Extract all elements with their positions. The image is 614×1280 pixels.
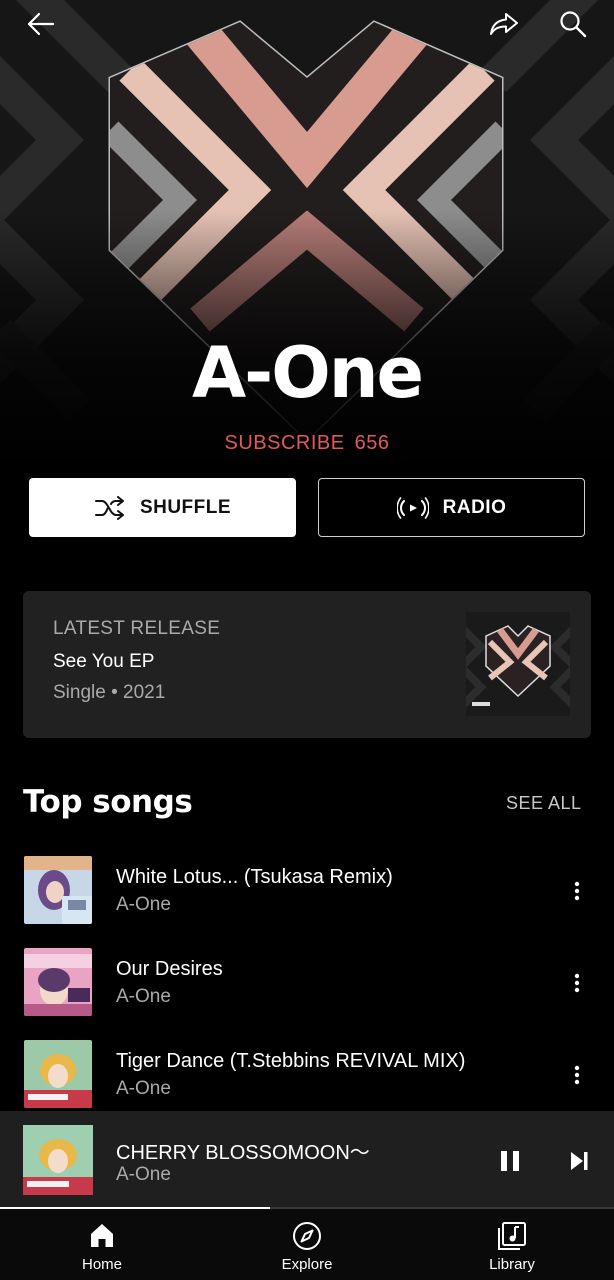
- next-button[interactable]: [562, 1143, 596, 1179]
- search-icon: [560, 11, 587, 38]
- shuffle-button[interactable]: SHUFFLE: [29, 478, 296, 537]
- more-vertical-icon: [574, 973, 580, 993]
- compass-icon: [293, 1222, 321, 1250]
- pause-icon: [501, 1151, 519, 1171]
- pause-button[interactable]: [492, 1143, 528, 1179]
- more-options-button[interactable]: [562, 874, 592, 908]
- song-artist: A-One: [116, 1078, 171, 1099]
- song-title: Our Desires: [116, 958, 223, 980]
- song-row[interactable]: Tiger Dance (T.Stebbins REVIVAL MIX) A-O…: [0, 1040, 614, 1122]
- song-artwork: [24, 1040, 92, 1108]
- see-all-button[interactable]: SEE ALL: [506, 793, 582, 814]
- now-playing-artwork: [23, 1125, 93, 1195]
- more-options-button[interactable]: [562, 966, 592, 1000]
- latest-release-label: LATEST RELEASE: [53, 618, 221, 639]
- skip-next-icon: [571, 1152, 588, 1170]
- search-button[interactable]: [551, 6, 595, 42]
- radio-icon: [396, 496, 429, 519]
- nav-explore[interactable]: Explore: [205, 1209, 409, 1280]
- song-artist: A-One: [116, 986, 171, 1007]
- more-options-button[interactable]: [562, 1058, 592, 1092]
- share-icon: [490, 13, 518, 35]
- latest-release-card[interactable]: LATEST RELEASE See You EP Single • 2021: [23, 591, 591, 738]
- arrow-left-icon: [27, 12, 55, 36]
- library-icon: [498, 1222, 526, 1250]
- mini-player[interactable]: CHERRY BLOSSOMOON～ A-One: [0, 1111, 614, 1208]
- subscribe-label: SUBSCRIBE: [224, 432, 345, 454]
- song-row[interactable]: Our Desires A-One: [0, 948, 614, 1030]
- shuffle-icon: [94, 495, 124, 520]
- nav-library[interactable]: Library: [410, 1209, 614, 1280]
- song-artist: A-One: [116, 894, 171, 915]
- now-playing-artist: A-One: [116, 1164, 171, 1185]
- song-artwork: [24, 948, 92, 1016]
- now-playing-title: CHERRY BLOSSOMOON～: [116, 1142, 370, 1164]
- more-vertical-icon: [574, 1065, 580, 1085]
- latest-release-title: See You EP: [53, 651, 155, 672]
- subscribe-button[interactable]: SUBSCRIBE 656: [0, 432, 614, 455]
- song-title: Tiger Dance (T.Stebbins REVIVAL MIX): [116, 1050, 466, 1072]
- song-artwork: [24, 856, 92, 924]
- home-icon: [91, 1224, 113, 1247]
- shuffle-label: SHUFFLE: [139, 496, 232, 518]
- top-songs-title: Top songs: [23, 784, 193, 820]
- song-row[interactable]: White Lotus... (Tsukasa Remix) A-One: [0, 856, 614, 938]
- nav-home[interactable]: Home: [0, 1209, 204, 1280]
- song-title: White Lotus... (Tsukasa Remix): [116, 866, 393, 888]
- nav-library-label: Library: [489, 1256, 535, 1273]
- nav-explore-label: Explore: [281, 1256, 333, 1273]
- latest-release-artwork: [466, 612, 570, 716]
- nav-home-label: Home: [81, 1256, 122, 1273]
- bottom-navigation: Home Explore Library: [0, 1209, 614, 1280]
- radio-label: RADIO: [442, 496, 507, 518]
- back-button[interactable]: [19, 6, 63, 42]
- share-button[interactable]: [482, 6, 526, 42]
- latest-release-meta: Single • 2021: [53, 682, 166, 703]
- subscriber-count: 656: [354, 432, 390, 454]
- artist-name: A-One: [191, 332, 424, 414]
- radio-button[interactable]: RADIO: [318, 478, 585, 537]
- more-vertical-icon: [574, 881, 580, 901]
